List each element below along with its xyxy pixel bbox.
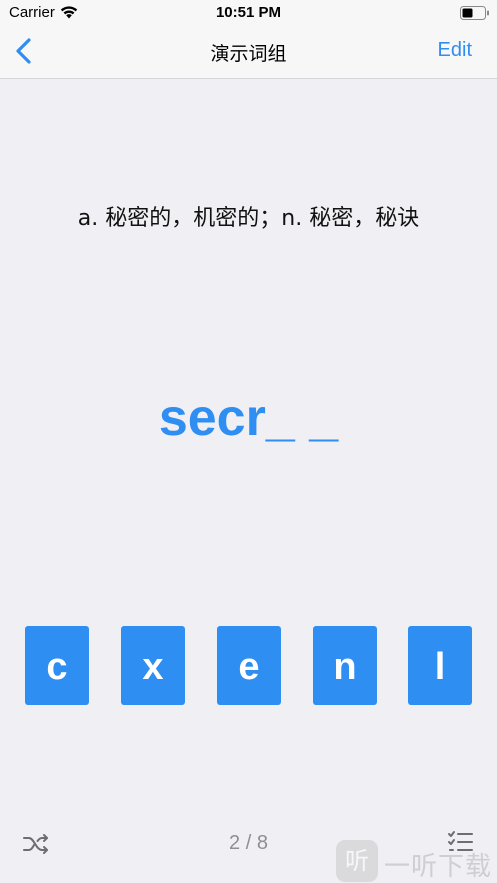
watermark-logo: 听 一听下载 [336, 840, 497, 883]
spelling-word: secr_ _ [158, 389, 339, 447]
letter-tile[interactable]: c [25, 626, 89, 705]
letter-tile[interactable]: e [217, 626, 281, 705]
letter-tile[interactable]: l [408, 626, 472, 705]
letter-tile[interactable]: n [313, 626, 377, 705]
letter-tile[interactable]: x [121, 626, 185, 705]
watermark-badge: 听 [336, 840, 378, 882]
edit-button[interactable]: Edit [438, 39, 472, 62]
watermark-text: 一听下载 [384, 852, 493, 882]
status-bar: Carrier 10:51 PM [0, 0, 497, 26]
page-title: 演示词组 [210, 43, 287, 65]
word-definition: a. 秘密的，机密的；n. 秘密，秘诀 [77, 206, 420, 231]
battery-icon [460, 6, 489, 20]
navigation-bar: 演示词组 Edit [0, 26, 497, 79]
clock: 10:51 PM [215, 4, 282, 21]
letter-choices: c x e n l [0, 626, 497, 706]
